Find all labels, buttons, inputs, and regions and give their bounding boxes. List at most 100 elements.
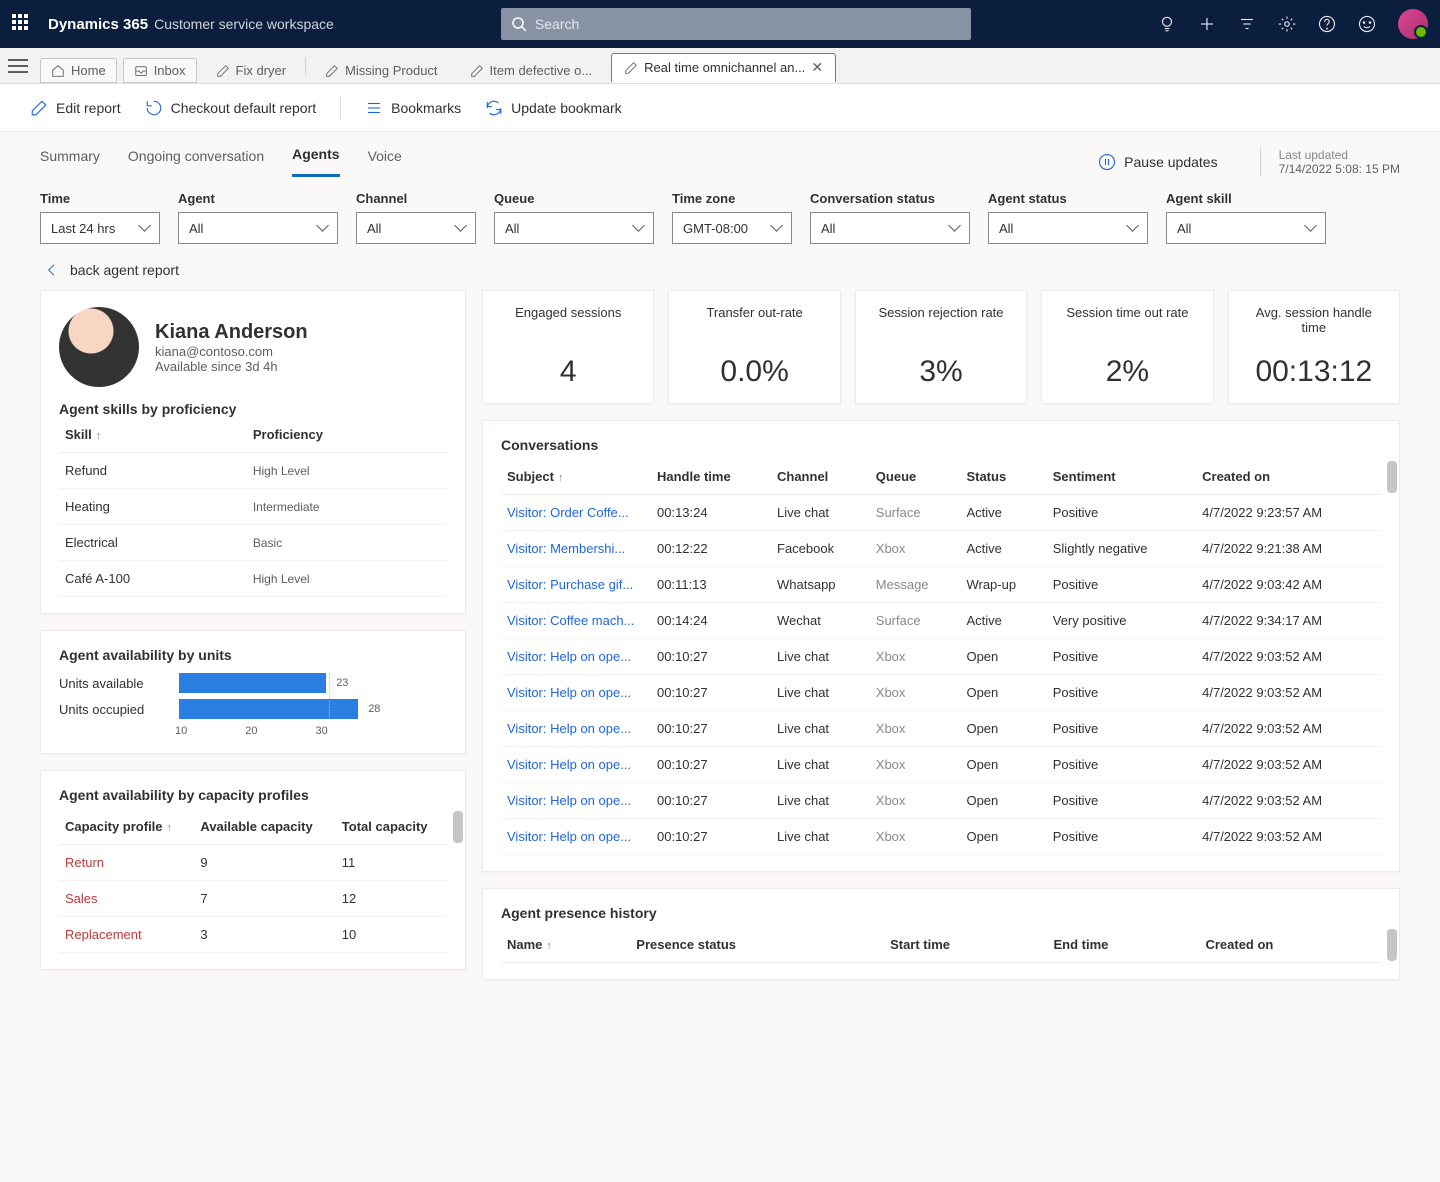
col-presence-status[interactable]: Presence status bbox=[630, 927, 884, 963]
table-row[interactable]: Visitor: Help on ope... 00:10:27 Live ch… bbox=[501, 747, 1381, 783]
hamburger-icon[interactable] bbox=[8, 59, 28, 73]
table-row[interactable]: Visitor: Purchase gif... 00:11:13 Whatsa… bbox=[501, 567, 1381, 603]
table-row[interactable]: Visitor: Help on ope... 00:10:27 Live ch… bbox=[501, 675, 1381, 711]
subject-link[interactable]: Visitor: Coffee mach... bbox=[507, 613, 634, 628]
col-total-capacity[interactable]: Total capacity bbox=[336, 809, 447, 845]
navtab-voice[interactable]: Voice bbox=[368, 148, 402, 176]
select-time[interactable]: Last 24 hrs bbox=[40, 212, 160, 244]
tab-item-defective[interactable]: Item defective o... bbox=[457, 57, 606, 83]
select-channel[interactable]: All bbox=[356, 212, 476, 244]
filter-conv-status: Conversation status All bbox=[810, 191, 970, 244]
col-channel[interactable]: Channel bbox=[771, 459, 870, 495]
col-start-time[interactable]: Start time bbox=[884, 927, 1047, 963]
col-end-time[interactable]: End time bbox=[1048, 927, 1200, 963]
col-status[interactable]: Status bbox=[960, 459, 1046, 495]
table-row[interactable]: HeatingIntermediate bbox=[59, 489, 447, 525]
channel-cell: Live chat bbox=[771, 639, 870, 675]
navtab-agents[interactable]: Agents bbox=[292, 146, 339, 177]
avail-units-card: Agent availability by units Units availa… bbox=[40, 630, 466, 754]
select-queue[interactable]: All bbox=[494, 212, 654, 244]
back-link[interactable]: back agent report bbox=[0, 258, 1440, 286]
select-timezone[interactable]: GMT-08:00 bbox=[672, 212, 792, 244]
table-row[interactable]: Return911 bbox=[59, 845, 447, 881]
select-agent-skill[interactable]: All bbox=[1166, 212, 1326, 244]
sentiment-cell: Very positive bbox=[1047, 603, 1196, 639]
table-row[interactable]: Visitor: Coffee mach... 00:14:24 Wechat … bbox=[501, 603, 1381, 639]
close-icon[interactable]: ✕ bbox=[811, 59, 823, 76]
global-search[interactable] bbox=[501, 8, 971, 40]
table-row[interactable]: ElectricalBasic bbox=[59, 525, 447, 561]
total-cell: 10 bbox=[336, 917, 447, 953]
col-capacity-profile[interactable]: Capacity profile↑ bbox=[59, 809, 194, 845]
navtab-summary[interactable]: Summary bbox=[40, 148, 100, 176]
select-agent[interactable]: All bbox=[178, 212, 338, 244]
scrollbar-thumb[interactable] bbox=[1387, 461, 1397, 493]
presence-card: Agent presence history Name↑ Presence st… bbox=[482, 888, 1400, 980]
select-agent-status[interactable]: All bbox=[988, 212, 1148, 244]
subject-link[interactable]: Visitor: Help on ope... bbox=[507, 757, 631, 772]
user-avatar[interactable] bbox=[1398, 9, 1428, 39]
table-row[interactable]: Visitor: Help on ope... 00:10:27 Live ch… bbox=[501, 783, 1381, 819]
lightbulb-icon[interactable] bbox=[1158, 15, 1176, 33]
help-icon[interactable] bbox=[1318, 15, 1336, 33]
created-cell: 4/7/2022 9:03:52 AM bbox=[1196, 639, 1381, 675]
col-subject[interactable]: Subject↑ bbox=[501, 459, 651, 495]
feedback-icon[interactable] bbox=[1358, 15, 1376, 33]
sort-arrow-icon: ↑ bbox=[96, 430, 102, 442]
subject-link[interactable]: Visitor: Order Coffe... bbox=[507, 505, 629, 520]
status-cell: Active bbox=[960, 531, 1046, 567]
col-name[interactable]: Name↑ bbox=[501, 927, 630, 963]
scrollbar-thumb[interactable] bbox=[453, 811, 463, 843]
table-row[interactable]: Visitor: Order Coffe... 00:13:24 Live ch… bbox=[501, 495, 1381, 531]
bookmarks-button[interactable]: Bookmarks bbox=[365, 99, 461, 117]
table-row[interactable]: RefundHigh Level bbox=[59, 453, 447, 489]
navtab-ongoing[interactable]: Ongoing conversation bbox=[128, 148, 264, 176]
subject-link[interactable]: Visitor: Membershi... bbox=[507, 541, 625, 556]
col-queue[interactable]: Queue bbox=[870, 459, 961, 495]
scrollbar-thumb[interactable] bbox=[1387, 929, 1397, 961]
table-row[interactable]: Visitor: Membershi... 00:12:22 Facebook … bbox=[501, 531, 1381, 567]
agent-name: Kiana Anderson bbox=[155, 321, 308, 344]
table-row[interactable]: Sales712 bbox=[59, 881, 447, 917]
settings-icon[interactable] bbox=[1278, 15, 1296, 33]
col-created-on[interactable]: Created on bbox=[1199, 927, 1381, 963]
checkout-default-button[interactable]: Checkout default report bbox=[145, 99, 317, 117]
status-cell: Open bbox=[960, 675, 1046, 711]
table-row[interactable]: Café A-100High Level bbox=[59, 561, 447, 597]
subject-link[interactable]: Visitor: Help on ope... bbox=[507, 793, 631, 808]
col-created[interactable]: Created on bbox=[1196, 459, 1381, 495]
add-icon[interactable] bbox=[1198, 15, 1216, 33]
col-skill[interactable]: Skill↑ bbox=[59, 417, 247, 453]
filter-label: Time zone bbox=[672, 191, 792, 206]
app-launcher-icon[interactable] bbox=[12, 14, 32, 34]
filter-icon[interactable] bbox=[1238, 15, 1256, 33]
table-row[interactable]: Visitor: Help on ope... 00:10:27 Live ch… bbox=[501, 711, 1381, 747]
col-available-capacity[interactable]: Available capacity bbox=[194, 809, 335, 845]
select-conv-status[interactable]: All bbox=[810, 212, 970, 244]
subject-link[interactable]: Visitor: Help on ope... bbox=[507, 685, 631, 700]
update-bookmark-button[interactable]: Update bookmark bbox=[485, 99, 622, 117]
subject-link[interactable]: Visitor: Purchase gif... bbox=[507, 577, 633, 592]
subject-link[interactable]: Visitor: Help on ope... bbox=[507, 829, 631, 844]
pause-updates-button[interactable]: Pause updates bbox=[1098, 153, 1217, 171]
subject-link[interactable]: Visitor: Help on ope... bbox=[507, 649, 631, 664]
col-sentiment[interactable]: Sentiment bbox=[1047, 459, 1196, 495]
filter-label: Agent bbox=[178, 191, 338, 206]
table-row[interactable]: Replacement310 bbox=[59, 917, 447, 953]
channel-cell: Live chat bbox=[771, 747, 870, 783]
tab-inbox[interactable]: Inbox bbox=[123, 58, 197, 83]
subject-link[interactable]: Visitor: Help on ope... bbox=[507, 721, 631, 736]
edit-report-button[interactable]: Edit report bbox=[30, 99, 121, 117]
table-row[interactable]: Visitor: Help on ope... 00:10:27 Live ch… bbox=[501, 639, 1381, 675]
col-proficiency[interactable]: Proficiency bbox=[247, 417, 447, 453]
queue-cell: Xbox bbox=[870, 747, 961, 783]
tab-fix-dryer[interactable]: Fix dryer bbox=[203, 57, 300, 83]
handle-cell: 00:10:27 bbox=[651, 783, 771, 819]
col-handle-time[interactable]: Handle time bbox=[651, 459, 771, 495]
tab-home[interactable]: Home bbox=[40, 58, 117, 83]
tab-realtime-omnichannel[interactable]: Real time omnichannel an... ✕ bbox=[611, 53, 836, 83]
tab-missing-product[interactable]: Missing Product bbox=[312, 57, 450, 83]
main-content: Kiana Anderson kiana@contoso.com Availab… bbox=[0, 286, 1440, 984]
table-row[interactable]: Visitor: Help on ope... 00:10:27 Live ch… bbox=[501, 819, 1381, 855]
search-input[interactable] bbox=[535, 16, 961, 32]
